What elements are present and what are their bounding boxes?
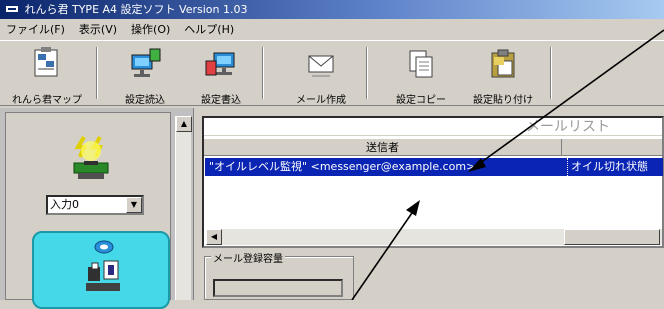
- device-box[interactable]: [32, 231, 170, 309]
- map-icon: [34, 47, 58, 77]
- map-label: れんら君マップ: [12, 95, 82, 106]
- mail-area: メールリスト 送信者 "オイルレベル監視" <messenger@example…: [196, 108, 664, 300]
- write-settings-icon: [205, 52, 235, 76]
- device-panel-inner: 入力0 ▼: [5, 112, 171, 309]
- row-sender: "オイルレベル監視" <messenger@example.com>: [209, 160, 476, 173]
- mail-icon: [308, 55, 334, 77]
- copy-settings-label: 設定コピー: [396, 95, 446, 106]
- window-title: れんら君 TYPE A4 設定ソフト Version 1.03: [24, 3, 248, 16]
- device-icon: [86, 240, 120, 291]
- scroll-thumb[interactable]: [564, 229, 660, 245]
- toolbar-separator: [262, 47, 264, 99]
- toolbar-separator: [96, 47, 98, 99]
- read-settings-label: 設定読込: [125, 95, 165, 106]
- map-button[interactable]: れんら君マップ: [2, 43, 92, 106]
- storage-field: [213, 279, 343, 297]
- input-select[interactable]: 入力0 ▼: [46, 195, 144, 215]
- create-mail-label: メール作成: [296, 95, 346, 106]
- storage-legend: メール登録容量: [211, 250, 285, 265]
- app-icon: [6, 6, 18, 12]
- row-subject: オイル切れ状態: [567, 158, 663, 176]
- left-panel-scrollbar[interactable]: ▲: [175, 116, 192, 300]
- menu-help[interactable]: ヘルプ(H): [184, 21, 234, 37]
- scroll-left-icon[interactable]: ◀: [206, 229, 222, 245]
- write-settings-label: 設定書込: [201, 95, 241, 106]
- input-select-value: 入力0: [50, 198, 79, 211]
- toolbar-separator: [366, 47, 368, 99]
- chevron-down-icon[interactable]: ▼: [126, 197, 142, 213]
- device-panel: 入力0 ▼ ▲: [0, 108, 194, 309]
- copy-settings-button[interactable]: 設定コピー: [388, 43, 454, 106]
- mail-list-header: 送信者: [204, 138, 662, 156]
- create-mail-button[interactable]: メール作成: [286, 43, 356, 106]
- lamp-icon: [73, 135, 109, 179]
- paste-settings-button[interactable]: 設定貼り付け: [462, 43, 544, 106]
- paste-icon: [491, 49, 515, 78]
- mail-list-hscrollbar[interactable]: ◀: [206, 229, 662, 245]
- read-settings-icon: [131, 48, 161, 77]
- table-row[interactable]: "オイルレベル監視" <messenger@example.com> オイル切れ…: [205, 158, 663, 176]
- title-bar: れんら君 TYPE A4 設定ソフト Version 1.03: [0, 0, 664, 19]
- toolbar: れんら君マップ 設定読込 設定書込 メール作成 設定コピー 設定貼り付け: [0, 40, 664, 106]
- menu-view[interactable]: 表示(V): [79, 21, 117, 37]
- mail-list-title: メールリスト: [204, 118, 662, 136]
- scroll-up-icon[interactable]: ▲: [176, 116, 192, 132]
- menu-bar: ファイル(F) 表示(V) 操作(O) ヘルプ(H): [0, 20, 664, 38]
- write-settings-button[interactable]: 設定書込: [188, 43, 254, 106]
- mail-list[interactable]: メールリスト 送信者 "オイルレベル監視" <messenger@example…: [202, 116, 664, 248]
- read-settings-button[interactable]: 設定読込: [112, 43, 178, 106]
- menu-operation[interactable]: 操作(O): [131, 21, 170, 37]
- copy-icon: [409, 50, 433, 78]
- toolbar-separator: [550, 47, 552, 99]
- paste-settings-label: 設定貼り付け: [473, 95, 533, 106]
- column-header-sender[interactable]: 送信者: [204, 139, 562, 156]
- menu-file[interactable]: ファイル(F): [6, 21, 65, 37]
- storage-group: メール登録容量: [204, 250, 354, 300]
